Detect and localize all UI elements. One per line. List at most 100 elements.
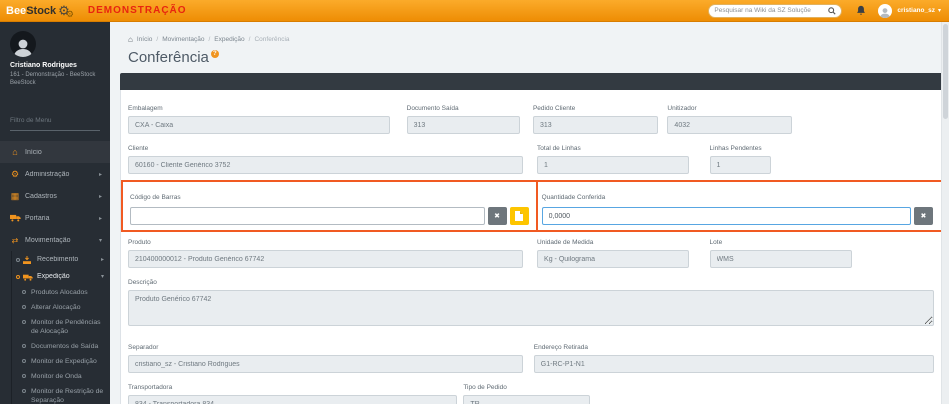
truck-icon [23, 268, 35, 286]
sidebar-item-label: Portaria [25, 214, 50, 222]
breadcrumb-separator: / [156, 36, 159, 43]
scrollbar-thumb[interactable] [943, 24, 948, 119]
field-label: Descrição [128, 279, 157, 286]
expedicao-submenu: Produtos Alocados Alterar Alocação Monit… [12, 285, 110, 404]
document-icon [515, 211, 524, 221]
sidebar-item-label: Expedição [37, 273, 70, 280]
panel-body: Embalagem Documento Saída Pedido Cliente… [120, 90, 946, 404]
menu-filter-input[interactable] [10, 117, 100, 124]
wiki-search-input[interactable] [714, 7, 829, 14]
breadcrumb-item[interactable]: Movimentação [162, 36, 204, 43]
help-badge[interactable]: ? [210, 50, 219, 58]
field-label: Quantidade Conferida [541, 194, 606, 201]
circle-bullet-icon [16, 274, 20, 279]
username-label[interactable]: cristiano_sz [897, 7, 935, 14]
sidebar-nav: Início Administração Cadastros Portaria … [0, 141, 110, 404]
chevron-right-icon [101, 256, 104, 263]
table-icon [8, 191, 22, 202]
movimentacao-submenu: Recebimento Expedição Produtos Alocados [11, 251, 110, 404]
breadcrumb-item[interactable]: Expedição [214, 36, 244, 43]
sidebar-item-monitor-expedicao[interactable]: Monitor de Expedição [12, 354, 110, 369]
circle-bullet-icon [22, 344, 26, 348]
sidebar-item-expedicao[interactable]: Expedição [12, 268, 110, 285]
circle-bullet-icon [22, 305, 26, 309]
sidebar-item-movimentacao[interactable]: Movimentação [0, 229, 110, 251]
codigo-barras-input[interactable] [130, 207, 485, 225]
barcode-highlight-box: Código de Barras ✖ [121, 180, 537, 232]
quantity-clear-button[interactable]: ✖ [913, 207, 933, 225]
breadcrumb-home-icon[interactable] [128, 37, 133, 43]
barcode-clear-button[interactable]: ✖ [487, 207, 507, 225]
menu-filter-box[interactable] [10, 109, 100, 131]
beestock-logo[interactable]: Bee Stock [6, 4, 74, 18]
breadcrumb-current: Conferência [254, 36, 290, 43]
sidebar-user-org: 161 - Demonstração - BeeStock BeeStock [10, 72, 96, 86]
field-label: Código de Barras [130, 194, 181, 201]
sidebar-item-recebimento[interactable]: Recebimento [12, 251, 110, 268]
sidebar-item-administracao[interactable]: Administração [0, 163, 110, 185]
sidebar-item-inicio[interactable]: Início [0, 141, 110, 163]
sidebar-item-cadastros[interactable]: Cadastros [0, 185, 110, 207]
sidebar-user-avatar[interactable] [10, 31, 36, 57]
sidebar-item-label: Monitor de Pendências de Alocação [31, 319, 101, 335]
field-label: Unitizador [667, 105, 697, 112]
sidebar-item-monitor-onda[interactable]: Monitor de Onda [12, 369, 110, 384]
field-label: Total de Linhas [537, 145, 581, 152]
breadcrumb-item[interactable]: Início [137, 36, 153, 43]
field-label: Cliente [128, 145, 149, 152]
scan-highlight-row: Código de Barras ✖ Quantidade Conferida [121, 180, 944, 232]
sidebar-item-label: Início [25, 148, 42, 156]
field-label: Tipo de Pedido [463, 384, 507, 391]
circle-bullet-icon [22, 290, 26, 294]
sidebar-user-block: Cristiano Rodrigues 161 - Demonstração -… [0, 22, 110, 87]
field-label: Lote [709, 239, 723, 246]
truck-icon [8, 214, 22, 222]
logo-gear-small-icon [66, 10, 74, 18]
lote-field [709, 250, 853, 268]
sidebar-item-produtos-alocados[interactable]: Produtos Alocados [12, 285, 110, 300]
linhas-pendentes-field [709, 156, 772, 174]
quantity-highlight-box: Quantidade Conferida ✖ [536, 180, 944, 232]
chevron-right-icon [99, 215, 102, 222]
notifications-bell-icon[interactable] [856, 5, 866, 16]
breadcrumb: Início / Movimentação / Expedição / Conf… [128, 36, 949, 43]
sidebar-item-label: Cadastros [25, 192, 57, 200]
field-label: Separador [128, 344, 159, 351]
unitizador-field [667, 116, 793, 134]
breadcrumb-separator: / [248, 36, 251, 43]
total-linhas-field [537, 156, 690, 174]
field-label: Transportadora [128, 384, 173, 391]
sidebar-item-monitor-pendencias-alocacao[interactable]: Monitor de Pendências de Alocação [12, 315, 110, 339]
top-header-bar: BeeStock DEMONSTRAÇÃO cristiano_sz ▾ [0, 0, 949, 22]
sidebar-item-label: Produtos Alocados [31, 289, 88, 296]
sidebar-item-alterar-alocacao[interactable]: Alterar Alocação [12, 300, 110, 315]
circle-bullet-icon [22, 320, 26, 324]
unidade-medida-field [537, 250, 690, 268]
demo-environment-label: DEMONSTRAÇÃO [87, 5, 187, 16]
field-label: Produto [128, 239, 151, 246]
breadcrumb-separator: / [208, 36, 211, 43]
gears-icon [8, 169, 22, 180]
circle-bullet-icon [16, 257, 20, 262]
conference-panel: Embalagem Documento Saída Pedido Cliente… [120, 73, 946, 404]
tipo-pedido-field [463, 395, 590, 404]
user-menu-caret-icon[interactable]: ▾ [938, 7, 941, 14]
sidebar-item-documentos-saida[interactable]: Documentos de Saída [12, 339, 110, 354]
user-avatar[interactable] [878, 3, 893, 18]
wiki-search-box[interactable] [708, 3, 843, 18]
main-content: Início / Movimentação / Expedição / Conf… [110, 22, 949, 404]
search-icon[interactable] [828, 6, 837, 15]
sidebar-item-label: Movimentação [25, 236, 71, 244]
cliente-field [128, 156, 524, 174]
field-label: Embalagem [128, 105, 163, 112]
transportadora-field [128, 395, 457, 404]
field-label: Endereço Retirada [533, 344, 588, 351]
sidebar-item-portaria[interactable]: Portaria [0, 207, 110, 229]
field-label: Unidade de Medida [537, 239, 594, 246]
quantidade-conferida-input[interactable] [541, 207, 911, 225]
sidebar-item-label: Monitor de Expedição [31, 358, 97, 365]
vertical-scrollbar[interactable] [941, 22, 949, 404]
exchange-icon [8, 235, 22, 245]
barcode-list-button[interactable] [509, 207, 529, 225]
sidebar-item-monitor-restricao-separacao[interactable]: Monitor de Restrição de Separação [12, 384, 110, 404]
